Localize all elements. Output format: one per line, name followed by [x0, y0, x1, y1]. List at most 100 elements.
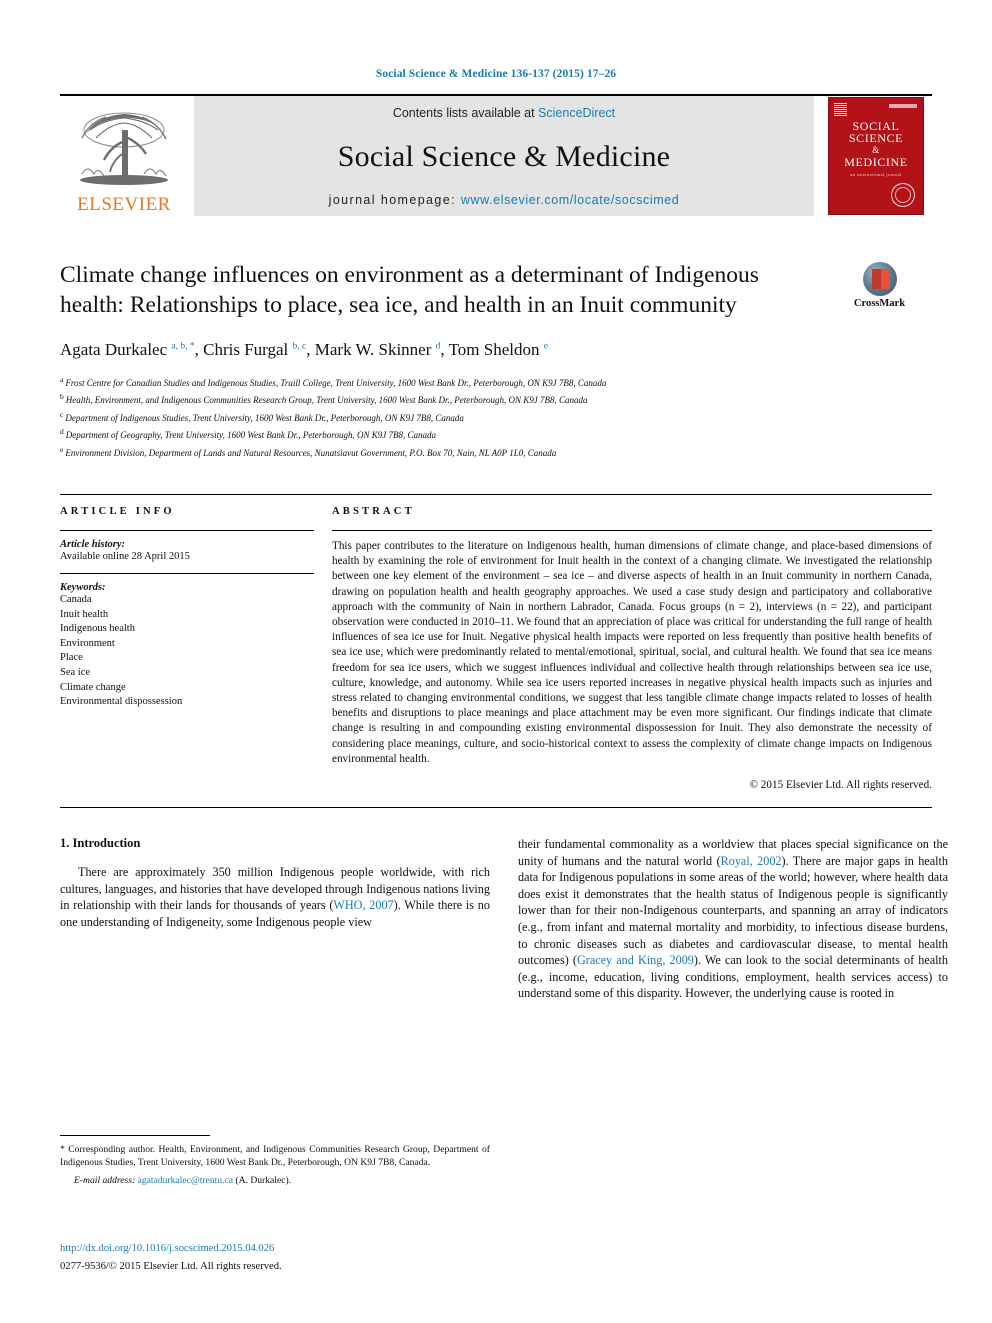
elsevier-logo: ELSEVIER [60, 96, 188, 216]
crossmark-label: CrossMark [853, 298, 906, 309]
author-2-name: Chris Furgal [203, 340, 289, 359]
email-line: E-mail address: agatadurkalec@trentu.ca … [60, 1174, 490, 1187]
citation-who-2007[interactable]: WHO, 2007 [333, 898, 393, 912]
cover-title-line2: SCIENCE [848, 131, 904, 145]
author-3-name: Mark W. Skinner [314, 340, 432, 359]
email-label: E-mail address: [74, 1175, 136, 1186]
journal-title: Social Science & Medicine [337, 139, 671, 173]
page-title: Climate change influences on environment… [60, 262, 759, 318]
section-heading-introduction: 1. Introduction [60, 836, 141, 851]
cover-issn-bar [889, 104, 917, 108]
affiliation-d-mark: d [60, 427, 64, 437]
intro-text-4: ). There are major gaps in health data f… [518, 853, 948, 968]
running-head: Social Science & Medicine 136-137 (2015)… [375, 68, 617, 80]
citation-gracey-king-2009[interactable]: Gracey and King, 2009 [577, 953, 694, 967]
abstract-divider [332, 530, 932, 532]
info-divider-top [60, 530, 314, 532]
keyword-item: Place [60, 652, 83, 664]
affiliation-c-mark: c [60, 409, 64, 419]
abstract-bottom-divider [60, 807, 932, 809]
author-list: Agata Durkalec a, b, *, Chris Furgal b, … [60, 340, 932, 360]
intro-paragraph-right: their fundamental commonality as a world… [518, 836, 948, 1002]
cover-seal-icon [891, 183, 915, 207]
body-left-column: 1. Introduction There are approximately … [60, 836, 490, 1002]
affiliation-c: c Department of Indigenous Studies, Trent… [60, 408, 932, 425]
footnote-divider [60, 1135, 210, 1136]
affiliation-a: a Frost Centre for Canadian Studies and I… [60, 373, 932, 390]
email-suffix: (A. Durkalec). [233, 1175, 292, 1186]
info-abstract-section: ARTICLE INFO Article history: Available … [60, 494, 932, 791]
author-3: Mark W. Skinner d [315, 340, 441, 359]
corresponding-author-note: * Corresponding author. Health, Environm… [60, 1143, 490, 1169]
affiliation-a-mark: a [60, 375, 64, 384]
body-right-column: their fundamental commonality as a world… [518, 836, 948, 1002]
keyword-item: Environmental dispossession [60, 696, 183, 708]
journal-homepage-line: journal homepage: www.elsevier.com/locat… [329, 193, 680, 207]
keyword-item: Climate change [60, 681, 126, 693]
cover-image: SOCIAL SCIENCE & MEDICINE an internation… [828, 97, 924, 215]
keyword-item: Environment [60, 637, 115, 649]
keyword-item: Indigenous health [60, 623, 135, 635]
affiliation-a-text: Frost Centre for Canadian Studies and In… [65, 378, 607, 388]
journal-center-band: Contents lists available at ScienceDirec… [194, 96, 814, 216]
footnote-block: * Corresponding author. Health, Environm… [60, 1135, 490, 1187]
corresponding-author-text: Corresponding author. Health, Environmen… [60, 1144, 490, 1168]
keywords-block: Keywords: Canada Inuit health Indigenous… [60, 573, 314, 710]
contents-available-line: Contents lists available at ScienceDirec… [393, 106, 615, 120]
footer-block: http://dx.doi.org/10.1016/j.socscimed.20… [60, 1242, 490, 1274]
affiliation-list: a Frost Centre for Canadian Studies and I… [60, 373, 932, 460]
author-1-sup[interactable]: a, b, * [171, 341, 194, 351]
author-sep-1: , [194, 340, 204, 359]
keywords-label: Keywords: [60, 582, 106, 594]
citation-royal-2002[interactable]: Royal, 2002 [721, 854, 782, 868]
article-history-label: Article history: [60, 539, 126, 551]
author-4-name: Tom Sheldon [448, 340, 540, 359]
homepage-url-link[interactable]: www.elsevier.com/locate/socscimed [461, 193, 679, 207]
affiliation-e-text: Environment Division, Department of Land… [65, 447, 557, 458]
author-sep-3: , [440, 340, 449, 359]
author-2-sup[interactable]: b, c [293, 341, 307, 351]
affiliation-b: b Health, Environment, and Indigenous Com… [60, 390, 932, 407]
cover-elsevier-icon [834, 103, 847, 116]
cover-title-line4: MEDICINE [844, 155, 908, 169]
affiliation-e: e Environment Division, Department of Lan… [60, 443, 932, 460]
article-page: Social Science & Medicine 136-137 (2015)… [0, 0, 992, 1323]
intro-paragraph-left: There are approximately 350 million Indi… [60, 864, 490, 930]
article-info-heading: ARTICLE INFO [60, 506, 175, 518]
article-history-value: Available online 28 April 2015 [60, 551, 190, 563]
author-4-sup[interactable]: e [544, 341, 548, 351]
elsevier-wordmark: ELSEVIER [77, 194, 171, 215]
doi-link[interactable]: http://dx.doi.org/10.1016/j.socscimed.20… [60, 1242, 490, 1256]
keyword-item: Canada [60, 594, 92, 606]
journal-cover-thumbnail: SOCIAL SCIENCE & MEDICINE an internation… [820, 96, 932, 216]
cover-subtitle: an international journal [850, 172, 902, 177]
affiliation-d: d Department of Geography, Trent Universi… [60, 425, 932, 442]
issn-copyright-line: 0277-9536/© 2015 Elsevier Ltd. All right… [60, 1261, 282, 1272]
contents-prefix: Contents lists available at [392, 106, 539, 120]
keyword-item: Sea ice [60, 667, 91, 678]
homepage-prefix: journal homepage: [328, 193, 461, 207]
affiliation-b-text: Health, Environment, and Indigenous Comm… [65, 395, 588, 406]
affiliation-c-text: Department of Indigenous Studies, Trent … [65, 412, 464, 423]
affiliation-b-mark: b [60, 392, 64, 402]
cover-title-text: SOCIAL SCIENCE & MEDICINE [829, 120, 923, 168]
author-4: Tom Sheldon e [449, 340, 548, 359]
elsevier-tree-icon [80, 112, 168, 185]
article-info-column: ARTICLE INFO Article history: Available … [60, 495, 332, 791]
body-columns: 1. Introduction There are approximately … [60, 836, 948, 1002]
email-link[interactable]: agatadurkalec@trentu.ca [138, 1175, 233, 1186]
author-1-name: Agata Durkalec [60, 340, 168, 359]
crossmark-icon [862, 262, 897, 296]
abstract-copyright: © 2015 Elsevier Ltd. All rights reserved… [749, 779, 933, 792]
author-1: Agata Durkalec a, b, * [60, 340, 195, 359]
crossmark-badge[interactable]: CrossMark [827, 262, 932, 309]
journal-header-band: ELSEVIER Contents lists available at Sci… [60, 94, 932, 216]
sciencedirect-link[interactable]: ScienceDirect [538, 106, 615, 120]
abstract-heading: ABSTRACT [332, 506, 415, 518]
info-divider-keywords [60, 573, 314, 575]
abstract-text: This paper contributes to the literature… [332, 540, 932, 765]
keyword-item: Inuit health [60, 608, 109, 620]
author-2: Chris Furgal b, c [203, 340, 306, 359]
abstract-column: ABSTRACT This paper contributes to the l… [332, 495, 932, 791]
affiliation-e-mark: e [60, 444, 64, 454]
